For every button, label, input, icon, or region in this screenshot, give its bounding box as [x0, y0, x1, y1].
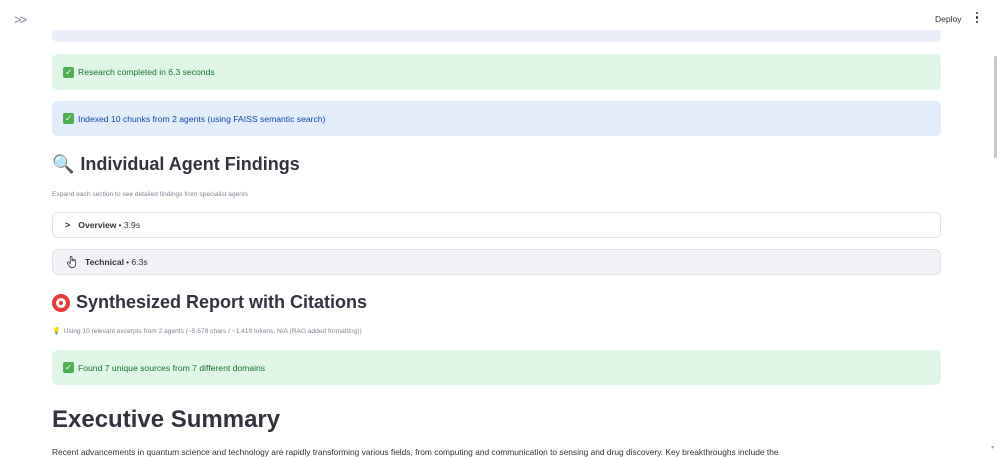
check-icon: ✓ — [63, 362, 74, 373]
executive-summary-text: Recent advancements in quantum science a… — [52, 447, 779, 457]
magnifier-icon: 🔍 — [52, 154, 75, 174]
report-heading: Synthesized Report with Citations — [52, 292, 367, 313]
hand-cursor-icon — [66, 255, 77, 269]
check-icon: ✓ — [63, 66, 74, 78]
target-icon — [52, 293, 70, 312]
alert-text: Found 7 unique sources from 7 different … — [78, 362, 266, 373]
expander-overview[interactable]: > Overview • 3.9s — [52, 212, 941, 238]
research-complete-alert: ✓ Research completed in 6.3 seconds — [52, 54, 941, 90]
expander-technical[interactable]: Technical • 6.3s — [52, 249, 941, 275]
expander-title: Technical — [85, 257, 125, 267]
kebab-menu-icon[interactable] — [974, 12, 980, 26]
expander-duration: • 3.9s — [118, 220, 141, 230]
alert-text: Research completed in 6.3 seconds — [78, 67, 215, 77]
report-heading-text: Synthesized Report with Citations — [76, 292, 368, 312]
expander-title: Overview — [78, 220, 117, 230]
scrollbar-thumb[interactable] — [994, 56, 997, 158]
deploy-button[interactable]: Deploy — [935, 14, 961, 24]
expander-duration: • 6.3s — [126, 257, 148, 267]
previous-info-box — [52, 30, 941, 42]
chevron-right-icon: > — [65, 220, 71, 230]
executive-summary-heading: Executive Summary — [52, 406, 281, 433]
findings-caption: Expand each section to see detailed find… — [52, 191, 249, 198]
report-caption: 💡 Using 10 relevant excerpts from 2 agen… — [52, 327, 362, 336]
scroll-down-arrow-icon[interactable]: ▾ — [991, 444, 994, 451]
report-caption-text: Using 10 relevant excerpts from 2 agents… — [63, 327, 362, 335]
indexed-chunks-alert: ✓ Indexed 10 chunks from 2 agents (using… — [52, 101, 941, 136]
check-icon: ✓ — [63, 113, 74, 124]
sources-found-alert: ✓ Found 7 unique sources from 7 differen… — [52, 350, 941, 385]
chevron-double-right-icon[interactable]: >> — [14, 12, 27, 27]
alert-text: Indexed 10 chunks from 2 agents (using F… — [78, 113, 326, 124]
findings-heading-text: Individual Agent Findings — [80, 154, 300, 174]
findings-heading: 🔍 Individual Agent Findings — [52, 154, 300, 175]
lightbulb-icon: 💡 — [52, 328, 61, 335]
